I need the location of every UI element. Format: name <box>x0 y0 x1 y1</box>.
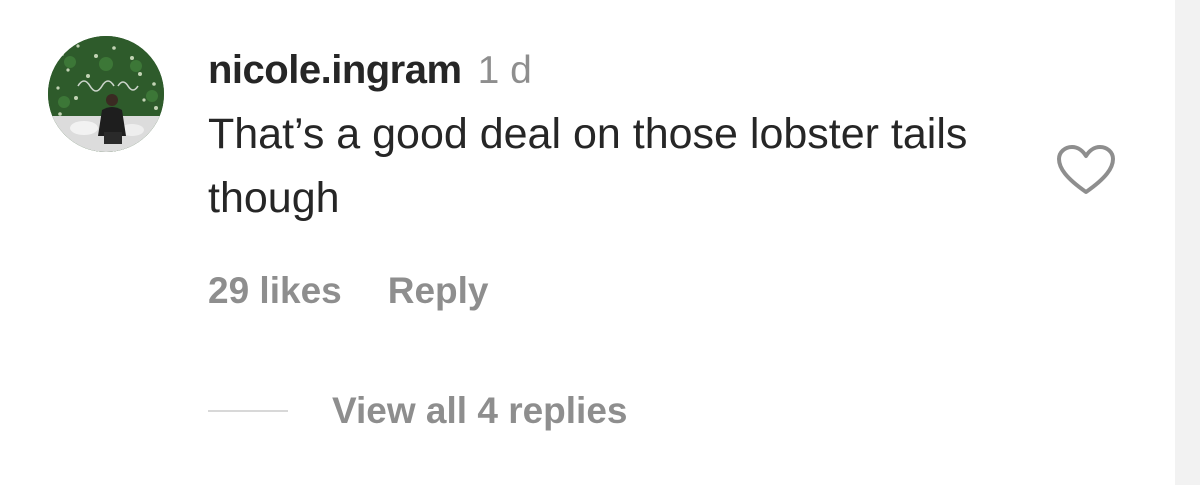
username-link[interactable]: nicole.ingram <box>208 48 462 93</box>
likes-count[interactable]: 29 likes <box>208 270 342 312</box>
heart-outline-icon <box>1057 145 1115 194</box>
view-replies-button[interactable]: View all 4 replies <box>208 390 628 432</box>
comment-view: nicole.ingram 1 d That’s a good deal on … <box>0 0 1200 485</box>
comment-body: nicole.ingram 1 d That’s a good deal on … <box>208 48 1068 230</box>
view-replies-label: View all 4 replies <box>332 390 628 431</box>
reply-button[interactable]: Reply <box>388 270 489 312</box>
scrollbar-track[interactable] <box>1175 0 1200 485</box>
timestamp[interactable]: 1 d <box>478 49 532 93</box>
comment-text: That’s a good deal on those lobster tail… <box>208 110 968 222</box>
like-button[interactable] <box>1056 144 1116 196</box>
replies-divider <box>208 410 288 412</box>
comment-actions: 29 likes Reply <box>208 270 489 312</box>
avatar-photo <box>48 36 164 152</box>
comment-header: nicole.ingram 1 d <box>208 48 1068 100</box>
avatar[interactable] <box>48 36 164 152</box>
